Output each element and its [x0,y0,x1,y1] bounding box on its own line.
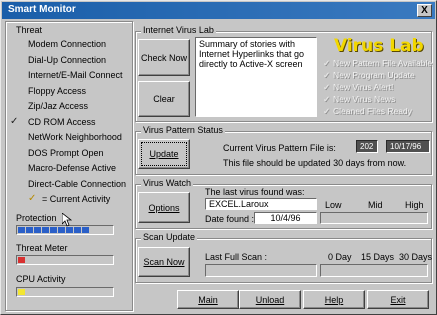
option-new-pattern: ✓ New Pattern File Available [323,58,432,69]
virus-level-bar [320,212,428,224]
unload-button[interactable]: Unload [239,290,301,309]
threat-meter-fill [18,257,25,263]
pattern-title: Virus Pattern Status [141,125,225,135]
meter-segment [26,227,33,233]
last-scan-field [205,264,317,277]
option-label: New Pattern File Available [333,58,433,68]
day-15-label: 15 Days [361,252,395,262]
threat-title: Threat [16,25,43,35]
level-mid-label: Mid [368,200,383,210]
last-virus-field: EXCEL.Laroux [205,198,317,210]
threat-item-zip: Zip/Jaz Access [28,101,89,111]
threat-item-macro: Macro-Defense Active [28,163,117,173]
threat-item-floppy: Floppy Access [28,86,87,96]
option-new-update: ✓ New Program Update [323,70,415,81]
option-cleaned-files: ✓ Cleaned Files Ready [323,106,412,117]
meter-segment [18,257,25,263]
mouse-cursor-icon [62,213,72,227]
check-icon: ✓ [323,106,331,116]
protection-segments [18,227,89,233]
meter-segment [50,227,57,233]
threat-meter-label: Threat Meter [16,243,68,253]
scan-age-bar [320,264,428,277]
meter-segment [66,227,73,233]
meter-segment [58,227,65,233]
check-icon: ✓ [323,70,331,80]
protection-label: Protection [16,213,57,223]
check-icon: ✓ [10,116,19,127]
day-30-label: 30 Days [399,252,433,262]
date-found-label: Date found : [205,214,255,224]
legend-label: = Current Activity [42,194,111,204]
check-icon: ✓ [323,82,331,92]
window-title: Smart Monitor [8,4,76,15]
virus-lab-logo: Virus Lab [334,36,424,56]
option-virus-news: ✓ New Virus News [323,94,395,105]
scan-title: Scan Update [141,232,198,242]
check-icon: ✓ [323,94,331,104]
help-button[interactable]: Help [303,290,365,309]
threat-item-modem: Modem Connection [28,39,107,49]
meter-segment [82,227,89,233]
check-now-button[interactable]: Check Now [138,39,190,76]
option-label: New Virus News [333,94,396,104]
threat-item-cdrom: CD ROM Access [28,117,96,127]
cpu-meter-fill [18,289,25,295]
threat-panel: Threat Modem Connection Dial-Up Connecti… [5,21,133,311]
date-found-field: 10/4/96 [254,212,317,224]
update-note: This file should be updated 30 days from… [223,158,407,168]
day-0-label: 0 Day [328,252,352,262]
scan-now-button[interactable]: Scan Now [138,247,190,277]
option-label: New Virus Alert! [333,82,394,92]
threat-item-dialup: Dial-Up Connection [28,55,107,65]
threat-item-network: NetWork Neighborhood [28,132,122,142]
cpu-activity-label: CPU Activity [16,274,66,284]
news-summary-textarea[interactable]: Summary of stories with Internet Hyperli… [195,37,317,117]
meter-segment [34,227,41,233]
meter-segment [74,227,81,233]
cpu-meter [16,287,114,297]
main-button[interactable]: Main [177,290,239,309]
threat-meter [16,255,114,265]
threat-item-internet: Internet/E-Mail Connect [28,70,123,80]
meter-segment [18,227,25,233]
threat-item-cable: Direct-Cable Connection [28,179,127,189]
title-bar[interactable]: Smart Monitor X [2,2,435,19]
pattern-file-date: 10/17/96 [386,140,430,153]
level-high-label: High [405,200,424,210]
option-label: New Program Update [333,70,415,80]
meter-segment [42,227,49,233]
options-button[interactable]: Options [138,192,190,223]
clear-button[interactable]: Clear [138,81,190,117]
threat-item-dos: DOS Prompt Open [28,148,104,158]
smart-monitor-window: Smart Monitor X Threat Modem Connection … [0,0,437,315]
update-button[interactable]: Update [138,139,190,169]
last-full-scan-label: Last Full Scan : [205,252,268,262]
option-virus-alert: ✓ New Virus Alert! [323,82,393,93]
internet-lab-title: Internet Virus Lab [141,25,216,35]
current-pattern-label: Current Virus Pattern File is: [223,143,336,153]
meter-segment [18,289,25,295]
last-virus-label: The last virus found was: [205,187,305,197]
exit-button[interactable]: Exit [367,290,429,309]
pattern-file-number: 202 [356,140,378,153]
check-icon: ✓ [323,58,331,68]
close-button[interactable]: X [417,4,432,17]
level-low-label: Low [325,200,342,210]
watch-title: Virus Watch [141,178,194,188]
option-label: Cleaned Files Ready [333,106,412,116]
legend-check-icon: ✓ [28,193,37,204]
